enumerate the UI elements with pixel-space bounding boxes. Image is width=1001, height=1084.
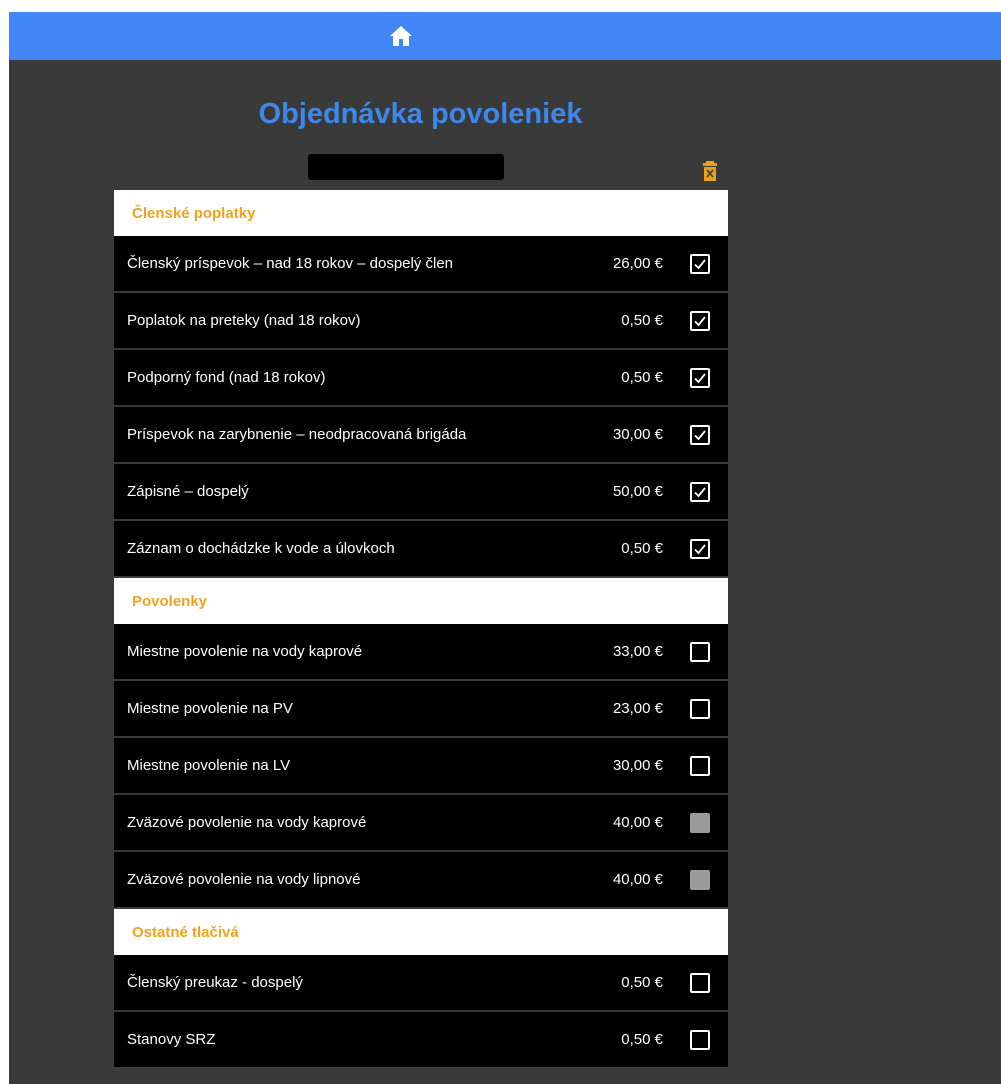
list-item[interactable]: Zväzové povolenie na vody lipnové 40,00 € [114, 852, 728, 909]
section-header: Povolenky [114, 578, 728, 624]
item-price: 40,00 € [612, 871, 663, 888]
item-price: 26,00 € [612, 255, 663, 272]
disabled-checkbox [690, 812, 710, 833]
item-checkbox[interactable] [690, 367, 710, 388]
item-checkbox[interactable] [690, 253, 710, 274]
list-item[interactable]: Príspevok na zarybnenie – neodpracovaná … [114, 407, 728, 464]
item-checkbox[interactable] [690, 310, 710, 331]
list-item[interactable]: Členský príspevok – nad 18 rokov – dospe… [114, 236, 728, 293]
item-checkbox[interactable] [690, 424, 710, 445]
section-header: Členské poplatky [114, 190, 728, 236]
list-item[interactable]: Podporný fond (nad 18 rokov) 0,50 € [114, 350, 728, 407]
delete-button[interactable] [702, 160, 718, 182]
home-icon [390, 26, 412, 46]
item-checkbox[interactable] [690, 972, 710, 993]
list-item[interactable]: Členský preukaz - dospelý 0,50 € [114, 955, 728, 1012]
trash-icon [703, 161, 717, 181]
item-checkbox[interactable] [690, 755, 710, 776]
list-item[interactable]: Miestne povolenie na PV 23,00 € [114, 681, 728, 738]
app-window: Objednávka povoleniek Členské poplatky Čl… [9, 12, 1001, 1084]
item-checkbox[interactable] [690, 641, 710, 662]
item-checkbox[interactable] [690, 698, 710, 719]
item-price: 0,50 € [621, 974, 663, 991]
list-item[interactable]: Miestne povolenie na vody kaprové 33,00 € [114, 624, 728, 681]
home-button[interactable] [386, 22, 416, 50]
item-checkbox[interactable] [690, 1029, 710, 1050]
item-price: 40,00 € [612, 814, 663, 831]
item-checkbox[interactable] [690, 538, 710, 559]
disabled-checkbox [690, 869, 710, 890]
item-price: 0,50 € [621, 1031, 663, 1048]
list-item[interactable]: Zväzové povolenie na vody kaprové 40,00 € [114, 795, 728, 852]
item-price: 23,00 € [612, 700, 663, 717]
list-item[interactable]: Miestne povolenie na LV 30,00 € [114, 738, 728, 795]
item-price: 0,50 € [621, 540, 663, 557]
redacted-member-name [308, 154, 504, 180]
list-item[interactable]: Stanovy SRZ 0,50 € [114, 1012, 728, 1069]
item-checkbox[interactable] [690, 481, 710, 502]
item-price: 33,00 € [612, 643, 663, 660]
item-price: 30,00 € [612, 426, 663, 443]
item-price: 30,00 € [612, 757, 663, 774]
item-price: 0,50 € [621, 369, 663, 386]
list-item[interactable]: Poplatok na preteky (nad 18 rokov) 0,50 € [114, 293, 728, 350]
list-item[interactable]: Záznam o dochádzke k vode a úlovkoch 0,50… [114, 521, 728, 578]
page-title: Objednávka povoleniek [258, 98, 583, 130]
order-list: Členské poplatky Členský príspevok – nad … [114, 190, 728, 1069]
item-price: 0,50 € [621, 312, 663, 329]
section-header: Ostatné tlačivá [114, 909, 728, 955]
top-bar [9, 12, 1001, 60]
item-price: 50,00 € [612, 483, 663, 500]
list-item[interactable]: Zápisné – dospelý 50,00 € [114, 464, 728, 521]
